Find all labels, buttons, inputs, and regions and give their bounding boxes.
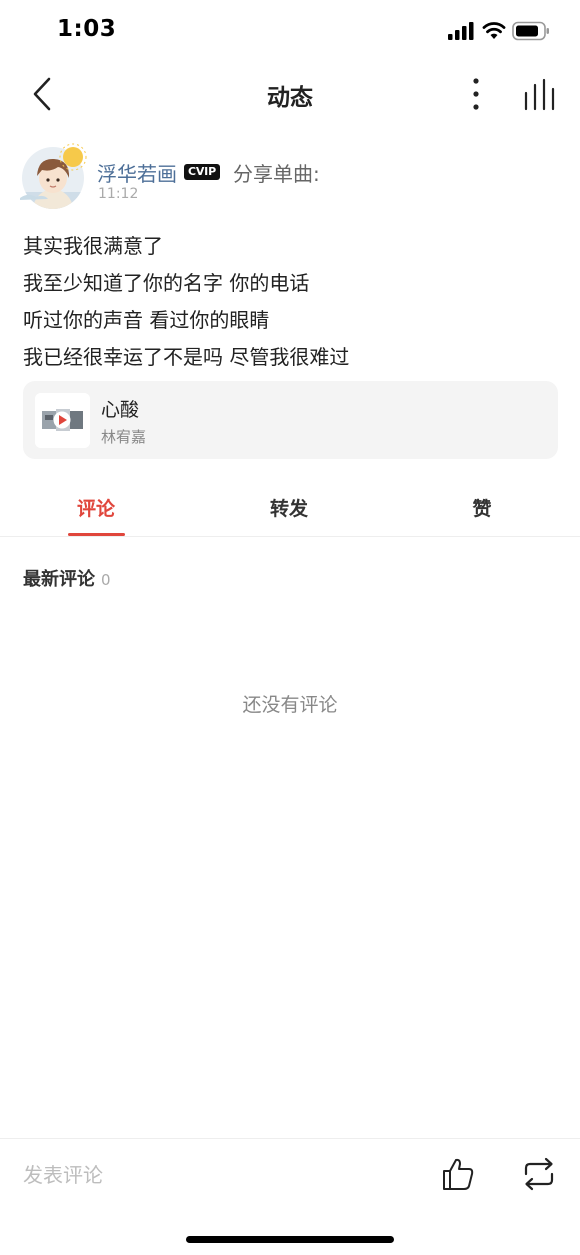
tab-reposts[interactable]: 转发	[239, 494, 339, 521]
username[interactable]: 浮华若画	[97, 158, 177, 187]
bottom-action-bar: 发表评论	[0, 1138, 580, 1210]
song-cover[interactable]	[35, 393, 90, 448]
vip-badge: CVIP	[184, 164, 220, 180]
comments-title: 最新评论	[23, 569, 95, 590]
page-title: 动态	[267, 85, 313, 111]
share-action-text: 分享单曲:	[232, 161, 320, 186]
post-line: 我至少知道了你的名字 你的电话	[23, 271, 310, 295]
song-title: 心酸	[101, 399, 140, 421]
comments-count: 0	[101, 571, 111, 589]
shared-song-card[interactable]: 心酸 林宥嘉	[23, 381, 558, 459]
post-author-line: 浮华若画 CVIP 分享单曲:	[97, 158, 320, 186]
tab-indicator	[68, 533, 125, 536]
comment-input[interactable]: 发表评论	[23, 1159, 403, 1191]
play-icon	[35, 393, 90, 448]
status-time: 1:03	[57, 16, 117, 42]
comments-header: 最新评论 0	[23, 565, 111, 591]
tab-likes[interactable]: 赞	[432, 494, 532, 521]
battery-icon	[512, 21, 549, 41]
status-bar: 1:03	[0, 0, 580, 62]
more-vertical-icon	[473, 78, 479, 110]
tab-bar: 评论 转发 赞	[0, 478, 580, 537]
post-line: 我已经很幸运了不是吗 尽管我很难过	[23, 345, 350, 369]
now-playing-button[interactable]	[520, 74, 560, 114]
home-indicator	[186, 1236, 394, 1243]
post-line: 听过你的声音 看过你的眼睛	[23, 308, 270, 332]
repost-button[interactable]	[518, 1153, 560, 1195]
cellular-signal-icon	[448, 22, 474, 40]
equalizer-icon	[524, 78, 555, 111]
post-line: 其实我很满意了	[23, 234, 163, 258]
song-artist: 林宥嘉	[101, 428, 147, 446]
wifi-icon	[482, 22, 506, 39]
more-options-button[interactable]	[462, 72, 490, 116]
empty-comments-text: 还没有评论	[242, 694, 338, 716]
repost-icon	[524, 1157, 554, 1191]
avatar[interactable]	[18, 142, 88, 212]
thumbs-up-icon	[443, 1158, 474, 1190]
post-time: 11:12	[98, 186, 139, 202]
moment-detail-screen: 1:03 动态 浮华若画 CVIP 分享单曲: 11:12 其实我很满意了 我至…	[0, 0, 580, 1255]
tab-comments[interactable]: 评论	[46, 494, 146, 521]
post-content: 其实我很满意了 我至少知道了你的名字 你的电话 听过你的声音 看过你的眼睛 我已…	[23, 228, 563, 376]
nav-bar: 动态	[0, 62, 580, 124]
like-button[interactable]	[437, 1153, 479, 1195]
